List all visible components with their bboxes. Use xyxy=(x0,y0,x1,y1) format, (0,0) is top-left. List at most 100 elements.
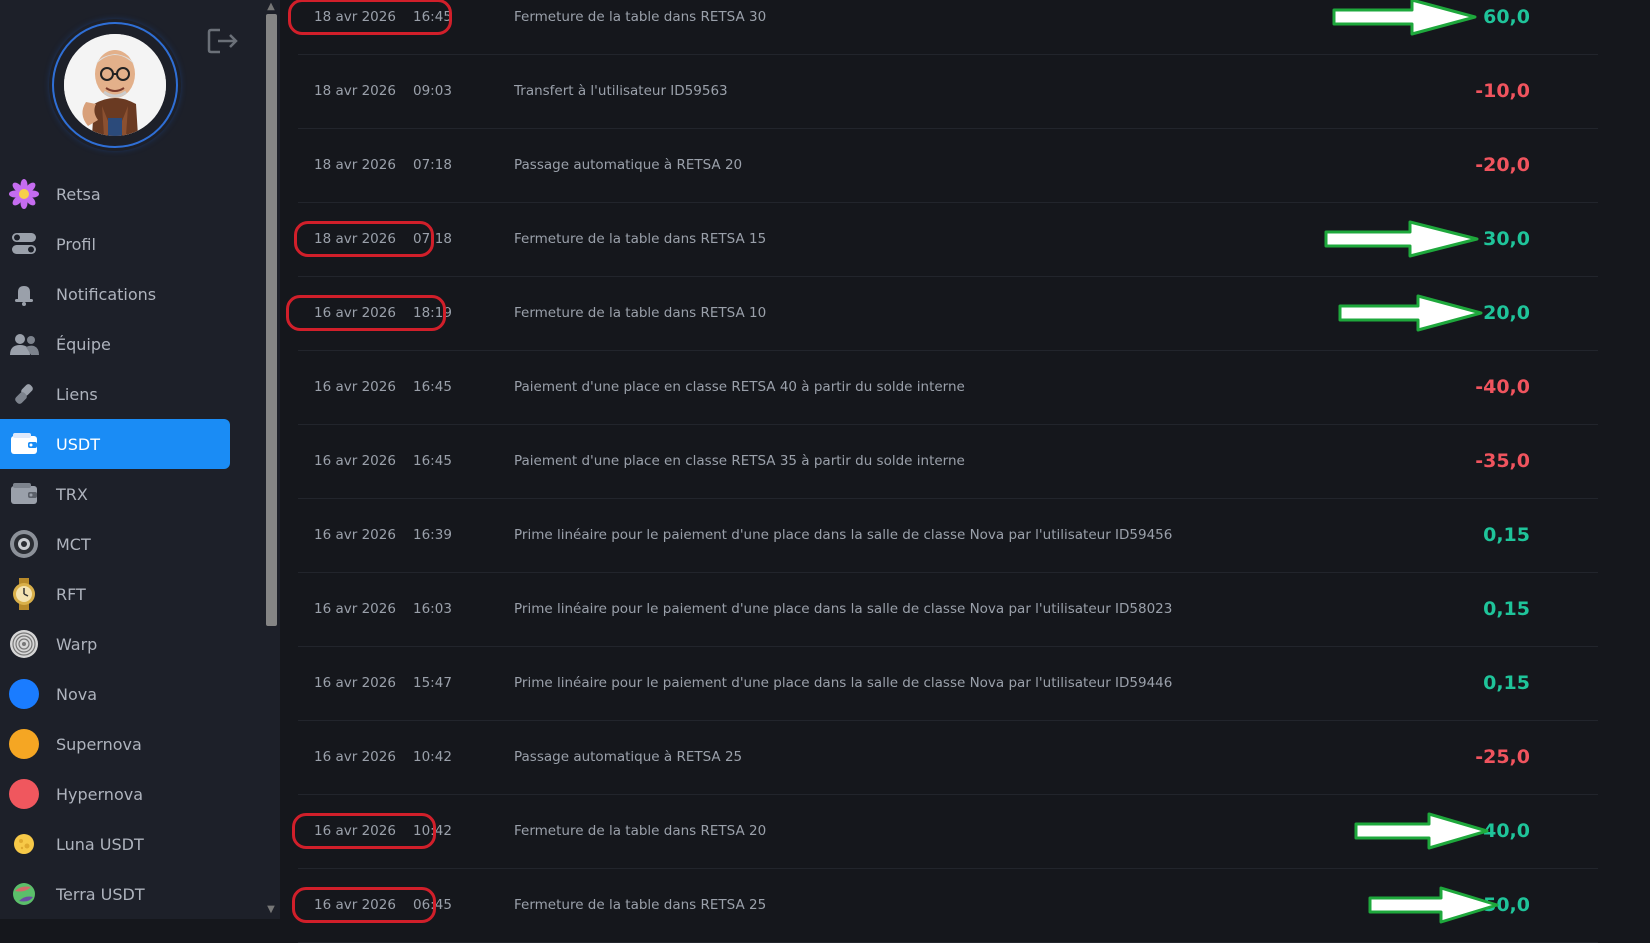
transaction-amount: -20,0 xyxy=(1475,154,1530,176)
flower-icon xyxy=(8,178,40,210)
sidebar-item-label: Hypernova xyxy=(56,784,143,804)
transaction-description: Fermeture de la table dans RETSA 30 xyxy=(514,9,767,25)
transaction-date: 18 avr 2026 xyxy=(314,157,396,173)
transaction-time: 10:42 xyxy=(413,749,452,765)
sidebar-item-label: MCT xyxy=(56,534,91,554)
sidebar-scrollbar[interactable]: ▲ ▼ xyxy=(262,0,280,919)
sidebar-item-equipe[interactable]: Équipe xyxy=(0,319,230,369)
highlight-box xyxy=(288,0,452,35)
arrow-annotation-icon xyxy=(1368,886,1499,924)
transaction-row: 16 avr 2026 10:42 Passage automatique à RE… xyxy=(298,721,1598,795)
sidebar-item-label: Luna USDT xyxy=(56,834,144,854)
sidebar-item-trx[interactable]: TRX xyxy=(0,469,230,519)
transaction-row: 16 avr 2026 16:03 Prime linéaire pour le p… xyxy=(298,573,1598,647)
scroll-down-icon[interactable]: ▼ xyxy=(265,905,277,915)
orange-circle-icon xyxy=(8,728,40,760)
transaction-amount: 0,15 xyxy=(1483,524,1530,546)
moon-icon xyxy=(8,828,40,860)
scroll-up-icon[interactable]: ▲ xyxy=(265,2,277,12)
avatar-image xyxy=(64,34,166,136)
arrow-annotation-icon xyxy=(1354,812,1489,850)
transaction-time: 15:47 xyxy=(413,675,452,691)
transaction-date: 16 avr 2026 xyxy=(314,453,396,469)
transaction-amount: 20,0 xyxy=(1483,302,1530,324)
sidebar-item-profil[interactable]: Profil xyxy=(0,219,230,269)
sidebar-item-label: Warp xyxy=(56,634,98,654)
sidebar-item-liens[interactable]: Liens xyxy=(0,369,230,419)
scroll-thumb[interactable] xyxy=(266,14,277,626)
sidebar-item-label: Retsa xyxy=(56,184,101,204)
sidebar-item-label: Liens xyxy=(56,384,98,404)
transaction-time: 16:45 xyxy=(413,379,452,395)
red-circle-icon xyxy=(8,778,40,810)
transaction-date: 16 avr 2026 xyxy=(314,749,396,765)
sidebar-item-label: RFT xyxy=(56,584,86,604)
sidebar: Retsa Profil Notifications Équipe Liens … xyxy=(0,0,262,919)
avatar[interactable] xyxy=(52,22,178,148)
sidebar-item-label: USDT xyxy=(56,434,100,454)
wallet-icon xyxy=(8,428,40,460)
sidebar-item-rft[interactable]: RFT xyxy=(0,569,230,619)
sidebar-item-label: Supernova xyxy=(56,734,142,754)
transaction-amount: 30,0 xyxy=(1483,228,1530,250)
transaction-row: 16 avr 2026 15:47 Prime linéaire pour le p… xyxy=(298,647,1598,721)
team-icon xyxy=(8,328,40,360)
planet-icon xyxy=(8,878,40,910)
transaction-date: 16 avr 2026 xyxy=(314,675,396,691)
sidebar-item-label: Équipe xyxy=(56,334,111,354)
sidebar-item-label: Notifications xyxy=(56,284,157,304)
transaction-time: 07:18 xyxy=(413,157,452,173)
sidebar-item-usdt[interactable]: USDT xyxy=(0,419,230,469)
arrow-annotation-icon xyxy=(1324,220,1479,258)
transaction-row: 18 avr 2026 09:03 Transfert à l'utilisateu… xyxy=(298,55,1598,129)
transaction-time: 16:03 xyxy=(413,601,452,617)
transaction-description: Paiement d'une place en classe RETSA 35 … xyxy=(514,453,965,469)
logout-icon[interactable] xyxy=(206,26,240,56)
transaction-date: 18 avr 2026 xyxy=(314,83,396,99)
transaction-description: Prime linéaire pour le paiement d'une pl… xyxy=(514,527,1173,543)
toggle-icon xyxy=(8,228,40,260)
highlight-box xyxy=(286,295,446,331)
transaction-date: 16 avr 2026 xyxy=(314,527,396,543)
sidebar-item-notifications[interactable]: Notifications xyxy=(0,269,230,319)
transaction-description: Passage automatique à RETSA 20 xyxy=(514,157,743,173)
caricature-icon xyxy=(64,34,166,136)
transaction-description: Fermeture de la table dans RETSA 15 xyxy=(514,231,767,247)
sidebar-item-supernova[interactable]: Supernova xyxy=(0,719,230,769)
transaction-description: Prime linéaire pour le paiement d'une pl… xyxy=(514,675,1173,691)
highlight-box xyxy=(294,221,434,257)
transaction-amount: 0,15 xyxy=(1483,598,1530,620)
transaction-time: 16:39 xyxy=(413,527,452,543)
bell-icon xyxy=(8,278,40,310)
transaction-time: 09:03 xyxy=(413,83,452,99)
transaction-row: 16 avr 2026 16:45 Paiement d'une place en … xyxy=(298,425,1598,499)
highlight-box xyxy=(292,813,436,849)
sidebar-item-label: Nova xyxy=(56,684,98,704)
sidebar-item-mct[interactable]: MCT xyxy=(0,519,230,569)
transaction-amount: -25,0 xyxy=(1475,746,1530,768)
watch-icon xyxy=(8,578,40,610)
transaction-description: Transfert à l'utilisateur ID59563 xyxy=(514,83,728,99)
sidebar-item-nova[interactable]: Nova xyxy=(0,669,230,719)
transaction-amount: -10,0 xyxy=(1475,80,1530,102)
transaction-description: Fermeture de la table dans RETSA 10 xyxy=(514,305,767,321)
transaction-row: 16 avr 2026 16:39 Prime linéaire pour le p… xyxy=(298,499,1598,573)
transaction-amount: -35,0 xyxy=(1475,450,1530,472)
transaction-description: Fermeture de la table dans RETSA 25 xyxy=(514,897,767,913)
sidebar-item-terra-usdt[interactable]: Terra USDT xyxy=(0,869,230,919)
transaction-amount: -40,0 xyxy=(1475,376,1530,398)
transaction-row: 16 avr 2026 16:45 Paiement d'une place en … xyxy=(298,351,1598,425)
sidebar-item-warp[interactable]: Warp xyxy=(0,619,230,669)
transaction-row: 18 avr 2026 07:18 Passage automatique à RE… xyxy=(298,129,1598,203)
sidebar-item-hypernova[interactable]: Hypernova xyxy=(0,769,230,819)
wallet-icon xyxy=(8,478,40,510)
sidebar-item-luna-usdt[interactable]: Luna USDT xyxy=(0,819,230,869)
sidebar-item-retsa[interactable]: Retsa xyxy=(0,169,230,219)
transaction-date: 16 avr 2026 xyxy=(314,601,396,617)
eye-coin-icon xyxy=(8,528,40,560)
transaction-description: Passage automatique à RETSA 25 xyxy=(514,749,743,765)
transaction-description: Prime linéaire pour le paiement d'une pl… xyxy=(514,601,1173,617)
blue-circle-icon xyxy=(8,678,40,710)
spiral-icon xyxy=(8,628,40,660)
arrow-annotation-icon xyxy=(1332,0,1477,36)
